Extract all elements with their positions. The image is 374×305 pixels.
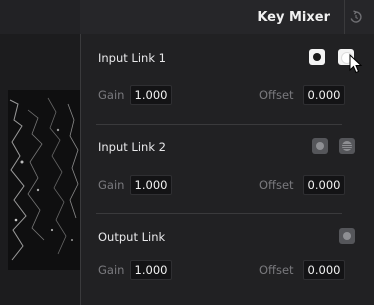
circle-icon[interactable] bbox=[312, 138, 328, 154]
input-link-2-offset-field[interactable]: 0.000 bbox=[303, 175, 345, 195]
output-link-gain-label: Gain bbox=[98, 263, 125, 277]
input-link-1-gain-field[interactable]: 1.000 bbox=[130, 85, 172, 105]
input-link-1-offset-label: Offset bbox=[259, 88, 294, 102]
input-link-2-gain-label: Gain bbox=[98, 178, 125, 192]
panel-title: Key Mixer bbox=[257, 10, 330, 25]
input-link-2-offset-label: Offset bbox=[259, 178, 294, 192]
output-link-title: Output Link bbox=[98, 230, 166, 244]
panel-header: Key Mixer bbox=[0, 0, 374, 34]
circle-icon[interactable] bbox=[339, 228, 355, 244]
input-link-2-gain-field[interactable]: 1.000 bbox=[130, 175, 172, 195]
section-separator bbox=[96, 124, 342, 125]
key-mixer-panel: Key Mixer Input Link 1 Gain 1.000 Offset… bbox=[0, 0, 374, 305]
viewer-image bbox=[8, 90, 80, 270]
header-left-area bbox=[0, 0, 80, 34]
output-link-offset-label: Offset bbox=[259, 263, 294, 277]
section-separator bbox=[96, 213, 342, 214]
input-link-1-title: Input Link 1 bbox=[98, 51, 166, 65]
input-link-2-title: Input Link 2 bbox=[98, 140, 166, 154]
circle-icon[interactable] bbox=[309, 49, 325, 65]
panel-divider bbox=[80, 34, 81, 305]
reset-icon[interactable] bbox=[348, 9, 364, 25]
input-link-1-offset-field[interactable]: 0.000 bbox=[303, 85, 345, 105]
output-link-offset-field[interactable]: 0.000 bbox=[303, 260, 345, 280]
header-divider bbox=[344, 0, 345, 34]
input-link-1-gain-label: Gain bbox=[98, 88, 125, 102]
viewer-area bbox=[0, 34, 80, 305]
mouse-cursor-icon bbox=[349, 54, 363, 74]
output-link-gain-field[interactable]: 1.000 bbox=[130, 260, 172, 280]
ring-icon[interactable] bbox=[339, 138, 355, 154]
